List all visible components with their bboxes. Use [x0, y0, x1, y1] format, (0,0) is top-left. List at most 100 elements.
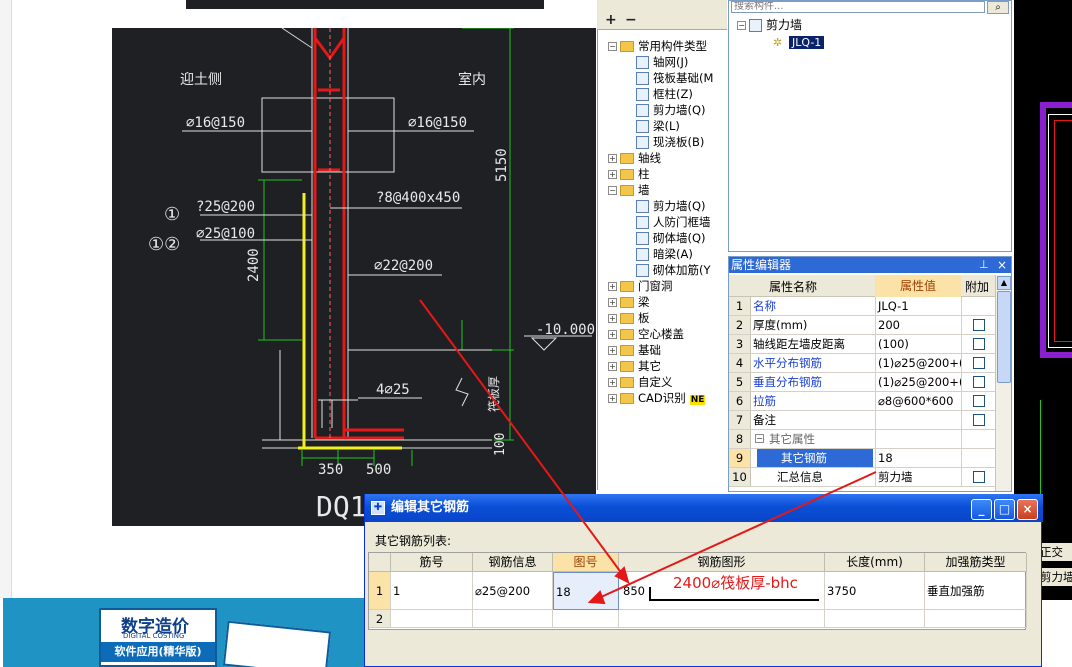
close-button[interactable]: × — [1017, 499, 1038, 520]
add-checkbox[interactable] — [973, 395, 985, 407]
tree-item[interactable]: + 其它 — [608, 358, 661, 374]
expand-icon[interactable]: + — [608, 170, 617, 179]
row1-length[interactable]: 3750 — [825, 572, 925, 610]
property-scrollbar[interactable]: ▲ — [995, 275, 1011, 491]
expand-icon[interactable]: + — [608, 330, 617, 339]
expand-icon[interactable]: + — [608, 362, 617, 371]
tree-node-jlq1[interactable]: ✲ JLQ-1 — [773, 34, 825, 50]
cad-drawing[interactable]: 迎土侧 室内 ⌀16@150 ⌀16@150 ① ①② ?25@200 ⌀25@… — [112, 28, 596, 526]
row2-shape[interactable] — [619, 610, 825, 628]
add-checkbox[interactable] — [973, 471, 985, 483]
collapse-icon[interactable]: − — [737, 21, 746, 30]
property-value[interactable]: ⌀8@600*600 — [875, 392, 961, 410]
search-icon[interactable]: ⌕ — [987, 1, 1009, 14]
row2-num[interactable]: 2 — [369, 610, 391, 628]
col-header-type[interactable]: 加强筋类型 — [925, 553, 1027, 572]
property-value[interactable]: (1)⌀25@200+( — [875, 373, 961, 391]
close-icon[interactable]: × — [997, 257, 1007, 273]
property-row[interactable]: 5 垂直分布钢筋 (1)⌀25@200+( — [729, 373, 995, 392]
tree-node-shear-wall[interactable]: − 剪力墙 — [737, 17, 802, 33]
property-row[interactable]: 3 轴线距左墙皮距离 (100) — [729, 335, 995, 354]
property-row[interactable]: 8 其它属性 − — [729, 430, 995, 449]
tree-item[interactable]: + 柱 — [608, 166, 650, 182]
scroll-thumb[interactable] — [997, 291, 1011, 383]
property-value[interactable]: 18 — [875, 449, 961, 467]
add-checkbox[interactable] — [973, 319, 985, 331]
tree-item[interactable]: 框柱(Z) — [636, 86, 693, 102]
expand-all-icon[interactable]: + — [605, 12, 617, 28]
property-value[interactable]: (1)⌀25@200+( — [875, 354, 961, 372]
property-row[interactable]: 1 名称 JLQ-1 — [729, 297, 995, 316]
expand-icon[interactable]: + — [608, 298, 617, 307]
col-header-jin-hao[interactable]: 筋号 — [391, 553, 473, 572]
collapse-icon[interactable]: − — [608, 186, 617, 195]
expand-icon[interactable]: + — [608, 394, 617, 403]
ad-banner[interactable]: 数字造价 DIGITAL COSTING 软件应用(精华版) — [3, 598, 365, 667]
row2-info[interactable] — [473, 610, 553, 628]
property-value[interactable]: JLQ-1 — [875, 297, 961, 315]
property-value[interactable] — [875, 430, 961, 448]
row1-shape[interactable]: 850 2400⌀筏板厚-bhc — [619, 572, 825, 610]
col-header-shape[interactable]: 钢筋图形 — [619, 553, 825, 572]
tree-item[interactable]: + 基础 — [608, 342, 661, 358]
scroll-up-icon[interactable]: ▲ — [997, 276, 1011, 290]
tree-item[interactable]: 暗梁(A) — [636, 246, 693, 262]
property-row[interactable]: 2 厚度(mm) 200 — [729, 316, 995, 335]
tree-item[interactable]: 现浇板(B) — [636, 134, 704, 150]
tree-item[interactable]: + 空心楼盖 — [608, 326, 684, 342]
tree-item[interactable]: 砌体墙(Q) — [636, 230, 706, 246]
property-value[interactable]: 剪力墙 — [875, 468, 961, 486]
expand-icon[interactable]: + — [608, 154, 617, 163]
property-row[interactable]: 7 备注 — [729, 411, 995, 430]
tree-item[interactable]: − 常用构件类型 — [608, 38, 707, 54]
tree-item[interactable]: 剪力墙(Q) — [636, 102, 706, 118]
property-value[interactable] — [875, 411, 961, 429]
tree-item[interactable]: 砌体加筋(Y — [636, 262, 711, 278]
row1-info[interactable]: ⌀25@200 — [473, 572, 553, 610]
collapse-icon[interactable]: − — [755, 434, 764, 443]
tree-item[interactable]: + 板 — [608, 310, 650, 326]
row2-type[interactable] — [925, 610, 1027, 628]
expand-icon[interactable]: + — [608, 378, 617, 387]
search-box[interactable]: 搜索构件... — [731, 1, 985, 13]
row1-num[interactable]: 1 — [369, 572, 391, 610]
add-checkbox[interactable] — [973, 338, 985, 350]
row1-tu-hao[interactable]: 18 — [553, 572, 619, 610]
tree-item[interactable]: − 墙 — [608, 182, 650, 198]
tree-item[interactable]: + 门窗洞 — [608, 278, 673, 294]
row2-length[interactable] — [825, 610, 925, 628]
collapse-all-icon[interactable]: − — [625, 12, 637, 28]
tree-item[interactable]: 梁(L) — [636, 118, 680, 134]
row1-jin-hao[interactable]: 1 — [391, 572, 473, 610]
tree-item[interactable]: + 梁 — [608, 294, 650, 310]
tree-item[interactable]: 人防门框墙 — [636, 214, 711, 230]
tree-item[interactable]: + 轴线 — [608, 150, 661, 166]
collapse-icon[interactable]: − — [608, 42, 617, 51]
property-row[interactable]: 6 拉筋 ⌀8@600*600 — [729, 392, 995, 411]
maximize-button[interactable]: □ — [994, 499, 1015, 520]
dialog-title-bar[interactable]: ✚ 编辑其它钢筋 _ □ × — [365, 494, 1043, 522]
property-value[interactable]: 200 — [875, 316, 961, 334]
tree-item[interactable]: + 自定义 — [608, 374, 673, 390]
property-value[interactable]: (100) — [875, 335, 961, 353]
pin-icon[interactable]: ⊥ — [979, 257, 989, 273]
row2-tu-hao[interactable] — [553, 610, 619, 628]
col-header-length[interactable]: 长度(mm) — [825, 553, 925, 572]
property-row[interactable]: 10 汇总信息 剪力墙 — [729, 468, 995, 487]
expand-icon[interactable]: + — [608, 346, 617, 355]
tree-item[interactable]: 轴网(J) — [636, 54, 688, 70]
property-row[interactable]: 4 水平分布钢筋 (1)⌀25@200+( — [729, 354, 995, 373]
minimize-button[interactable]: _ — [971, 499, 992, 520]
tree-item[interactable]: 筏板基础(M — [636, 70, 713, 86]
col-header-tu-hao[interactable]: 图号 — [553, 553, 619, 572]
row2-jin-hao[interactable] — [391, 610, 473, 628]
expand-icon[interactable]: + — [608, 314, 617, 323]
tree-item[interactable]: + CAD识别 NE — [608, 390, 706, 406]
expand-icon[interactable]: + — [608, 282, 617, 291]
add-checkbox[interactable] — [973, 376, 985, 388]
add-checkbox[interactable] — [973, 414, 985, 426]
col-header-info[interactable]: 钢筋信息 — [473, 553, 553, 572]
tree-item[interactable]: 剪力墙(Q) — [636, 198, 706, 214]
add-checkbox[interactable] — [973, 357, 985, 369]
row1-type[interactable]: 垂直加强筋 — [925, 572, 1027, 610]
